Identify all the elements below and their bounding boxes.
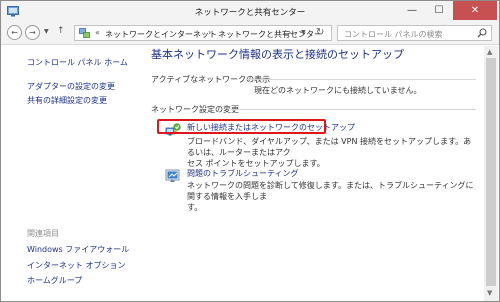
search-placeholder[interactable]: コントロール パネルの検索 [344, 29, 443, 40]
setup-new-connection-description: ブロードバンド、ダイヤルアップ、または VPN 接続をセットアップします。あるい… [187, 136, 477, 169]
sidebar-control-panel-home[interactable]: コントロール パネル ホーム [27, 57, 128, 68]
breadcrumb-separator-icon[interactable]: › [288, 28, 291, 37]
address-chevron-icon[interactable]: « [95, 28, 100, 37]
back-button[interactable]: ← [7, 25, 22, 40]
description-line: ネットワークの問題を診断して修復します。または、トラブルシューティングに関する情… [187, 181, 474, 201]
maximize-button[interactable]: ☐ [426, 1, 452, 20]
address-dropdown-icon[interactable]: ▼ [301, 29, 306, 36]
scroll-thumb[interactable] [486, 58, 496, 286]
breadcrumb-sharing-center[interactable]: ネットワークと共有センター [218, 29, 322, 40]
divider [231, 109, 476, 110]
refresh-icon[interactable]: ↻ [316, 27, 324, 38]
title-bar: ネットワークと共有センター — ☐ ✕ [1, 1, 499, 21]
troubleshoot-problems-description: ネットワークの問題を診断して修復します。または、トラブルシューティングに関する情… [187, 180, 477, 213]
network-location-icon [79, 28, 90, 38]
forward-button[interactable]: → [25, 25, 40, 40]
address-bar[interactable]: « ネットワークとインターネット › ネットワークと共有センター › ▼ ↻ [74, 25, 332, 41]
sidebar-homegroup[interactable]: ホームグループ [27, 275, 82, 286]
change-settings-heading: ネットワーク設定の変更 [151, 105, 239, 114]
address-row: ← → ▼ ↑ « ネットワークとインターネット › ネットワークと共有センター… [1, 21, 499, 45]
breadcrumb-separator-icon[interactable]: › [208, 28, 211, 37]
breadcrumb-network-internet[interactable]: ネットワークとインターネット [105, 29, 217, 40]
scroll-down-icon[interactable]: ▼ [487, 289, 492, 297]
main-content: 基本ネットワーク情報の表示と接続のセットアップ アクティブなネットワークの表示 … [141, 46, 481, 301]
divider [246, 79, 476, 80]
active-networks-status: 現在どのネットワークにも接続していません。 [254, 86, 422, 95]
description-line: ブロードバンド、ダイヤルアップ、または VPN 接続をセットアップします。あるい… [187, 137, 472, 157]
vertical-scrollbar[interactable]: ▲ ▼ [484, 46, 498, 301]
up-button[interactable]: ↑ [57, 26, 65, 36]
close-button[interactable]: ✕ [453, 1, 497, 20]
window: ネットワークと共有センター — ☐ ✕ ← → ▼ ↑ « ネットワークとインタ… [0, 0, 500, 302]
search-icon[interactable] [477, 28, 487, 38]
troubleshoot-icon[interactable] [165, 168, 181, 184]
sidebar-windows-firewall[interactable]: Windows ファイアウォール [27, 244, 129, 255]
search-box[interactable]: コントロール パネルの検索 [337, 25, 492, 41]
description-line: す。 [187, 203, 203, 212]
sidebar: コントロール パネル ホーム アダプターの設定の変更 共有の詳細設定の変更 関連… [1, 46, 141, 301]
recent-locations-dropdown[interactable]: ▼ [44, 28, 49, 35]
related-heading: 関連項目 [27, 229, 59, 238]
troubleshoot-problems-link[interactable]: 問題のトラブルシューティング [187, 168, 299, 179]
setup-new-connection-link[interactable]: 新しい接続またはネットワークのセットアップ [187, 122, 355, 133]
sidebar-change-adapter-settings[interactable]: アダプターの設定の変更 [27, 81, 115, 92]
minimize-button[interactable]: — [399, 1, 425, 20]
sidebar-change-sharing-settings[interactable]: 共有の詳細設定の変更 [27, 95, 107, 106]
sidebar-internet-options[interactable]: インターネット オプション [27, 260, 126, 271]
page-title: 基本ネットワーク情報の表示と接続のセットアップ [151, 48, 404, 61]
scroll-up-icon[interactable]: ▲ [487, 48, 492, 56]
